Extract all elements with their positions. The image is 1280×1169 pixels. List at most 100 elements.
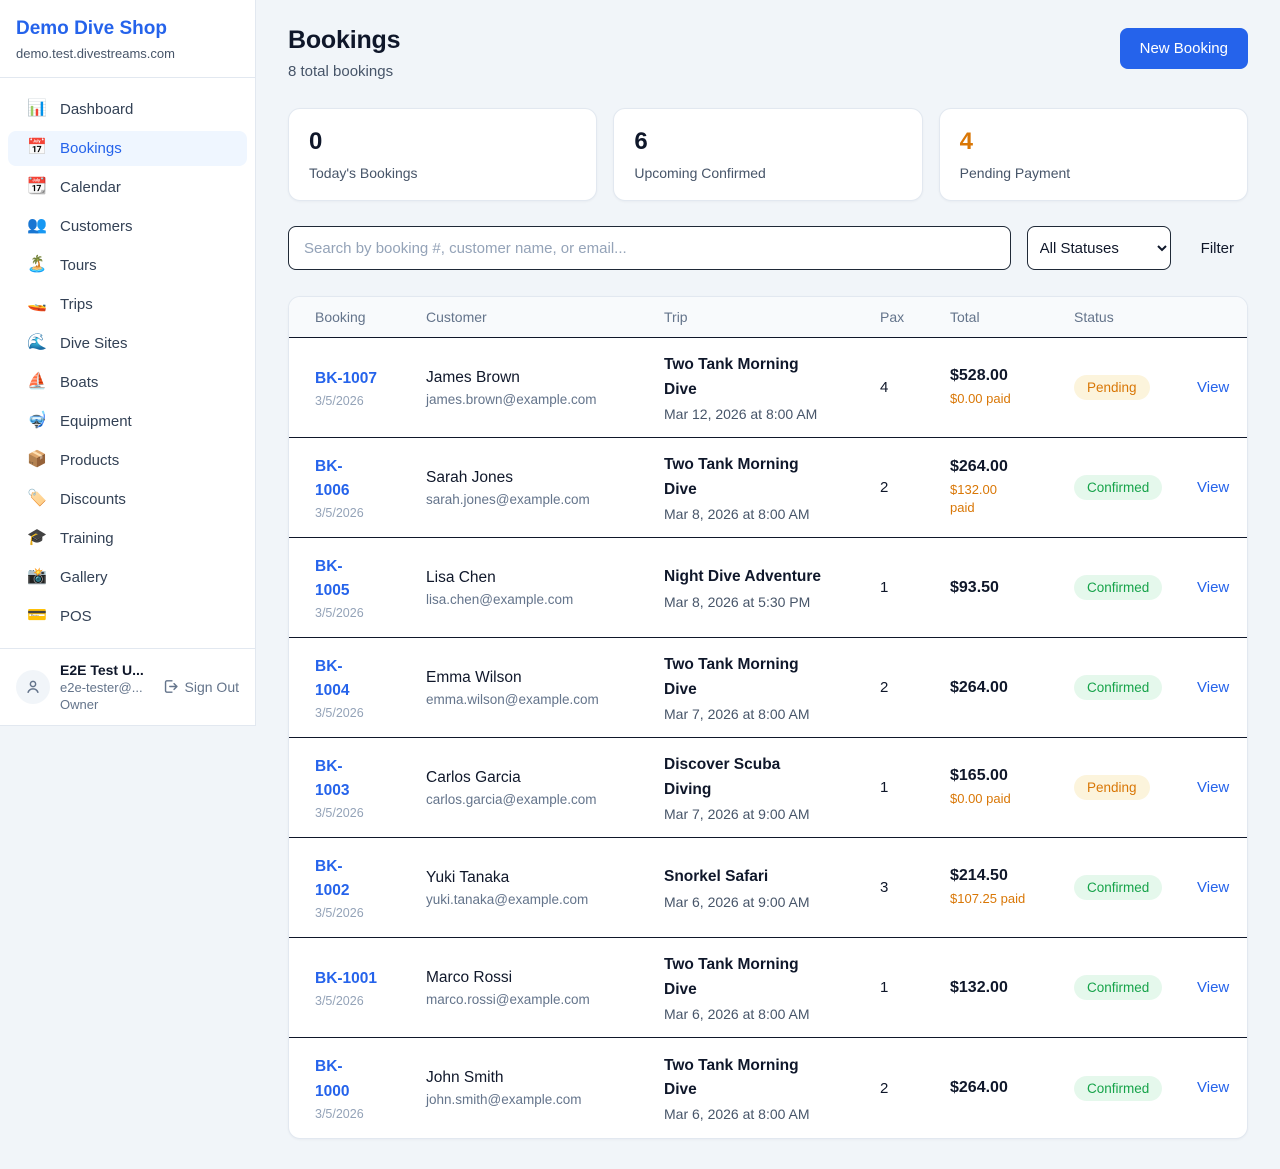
sidebar-item-tours[interactable]: 🏝️ Tours: [8, 248, 247, 283]
sidebar-item-label: Discounts: [60, 491, 126, 508]
view-link[interactable]: View: [1197, 679, 1229, 696]
view-link[interactable]: View: [1197, 779, 1229, 796]
pax-count: 2: [880, 679, 950, 696]
trip-cell: Two Tank Morning Dive Mar 8, 2026 at 8:0…: [664, 453, 880, 521]
status-cell: Confirmed: [1074, 675, 1197, 700]
customer-name: Marco Rossi: [426, 969, 664, 987]
status-badge: Confirmed: [1074, 1076, 1162, 1101]
stat-card-pending-payment: 4 Pending Payment: [939, 108, 1248, 201]
users-icon: 👥: [27, 218, 47, 234]
col-header-pax: Pax: [880, 309, 950, 325]
total-amount: $264.00: [950, 1079, 1074, 1097]
trip-cell: Discover Scuba Diving Mar 7, 2026 at 9:0…: [664, 753, 880, 821]
table-row: BK-1007 3/5/2026 James Brown james.brown…: [289, 338, 1247, 438]
sidebar-item-label: Dashboard: [60, 101, 133, 118]
sidebar-nav: 📊 Dashboard 📅 Bookings 📆 Calendar 👥 Cust…: [0, 78, 255, 648]
sidebar-item-label: Tours: [60, 257, 97, 274]
sidebar-item-label: Training: [60, 530, 114, 547]
total-cell: $165.00 $0.00 paid: [950, 767, 1074, 808]
booking-id-link[interactable]: BK- 1005: [315, 555, 426, 603]
customer-cell: John Smith john.smith@example.com: [426, 1069, 664, 1107]
sidebar-item-trips[interactable]: 🚤 Trips: [8, 287, 247, 322]
sidebar-item-discounts[interactable]: 🏷️ Discounts: [8, 482, 247, 517]
actions-cell: View: [1197, 1079, 1235, 1097]
sidebar-item-bookings[interactable]: 📅 Bookings: [8, 131, 247, 166]
booking-id-link[interactable]: BK- 1003: [315, 755, 426, 803]
status-filter-select[interactable]: All Statuses: [1027, 226, 1171, 270]
table-row: BK- 1000 3/5/2026 John Smith john.smith@…: [289, 1038, 1247, 1138]
view-link[interactable]: View: [1197, 479, 1229, 496]
customer-cell: Sarah Jones sarah.jones@example.com: [426, 469, 664, 507]
sidebar-item-pos[interactable]: 💳 POS: [8, 599, 247, 634]
total-cell: $93.50: [950, 579, 1074, 597]
paid-amount: $107.25 paid: [950, 890, 1074, 908]
customer-cell: James Brown james.brown@example.com: [426, 369, 664, 407]
total-amount: $264.00: [950, 458, 1074, 476]
view-link[interactable]: View: [1197, 379, 1229, 396]
status-badge: Confirmed: [1074, 975, 1162, 1000]
bar-chart-icon: 📊: [27, 101, 47, 117]
actions-cell: View: [1197, 679, 1235, 697]
actions-cell: View: [1197, 579, 1235, 597]
customer-name: Sarah Jones: [426, 469, 664, 487]
bookings-table: Booking Customer Trip Pax Total Status B…: [288, 296, 1248, 1139]
trip-datetime: Mar 8, 2026 at 8:00 AM: [664, 506, 866, 522]
page-subtitle: 8 total bookings: [288, 63, 400, 80]
user-name: E2E Test U...: [60, 662, 144, 678]
trip-datetime: Mar 6, 2026 at 9:00 AM: [664, 894, 866, 910]
sidebar-item-customers[interactable]: 👥 Customers: [8, 209, 247, 244]
customer-email: james.brown@example.com: [426, 392, 664, 407]
sidebar-item-label: Calendar: [60, 179, 121, 196]
sidebar-item-dashboard[interactable]: 📊 Dashboard: [8, 92, 247, 127]
new-booking-button[interactable]: New Booking: [1120, 28, 1248, 69]
sidebar-item-boats[interactable]: ⛵ Boats: [8, 365, 247, 400]
total-cell: $214.50 $107.25 paid: [950, 867, 1074, 908]
sidebar-item-label: Equipment: [60, 413, 132, 430]
view-link[interactable]: View: [1197, 879, 1229, 896]
user-panel: E2E Test U... e2e-tester@... Owner Sign …: [0, 648, 255, 725]
col-header-trip: Trip: [664, 309, 880, 325]
pax-count: 1: [880, 579, 950, 596]
stats-cards: 0 Today's Bookings 6 Upcoming Confirmed …: [288, 108, 1248, 201]
customer-cell: Lisa Chen lisa.chen@example.com: [426, 569, 664, 607]
customer-email: emma.wilson@example.com: [426, 692, 664, 707]
sidebar-item-dive-sites[interactable]: 🌊 Dive Sites: [8, 326, 247, 361]
booking-id-link[interactable]: BK-1007: [315, 367, 426, 391]
col-header-customer: Customer: [426, 309, 664, 325]
sidebar-item-training[interactable]: 🎓 Training: [8, 521, 247, 556]
col-header-status: Status: [1074, 309, 1197, 325]
booking-id-link[interactable]: BK- 1004: [315, 655, 426, 703]
view-link[interactable]: View: [1197, 979, 1229, 996]
customer-name: John Smith: [426, 1069, 664, 1087]
pax-count: 3: [880, 879, 950, 896]
search-input[interactable]: [288, 226, 1011, 270]
actions-cell: View: [1197, 879, 1235, 897]
booking-id-link[interactable]: BK- 1002: [315, 855, 426, 903]
booking-id-link[interactable]: BK-1001: [315, 967, 426, 991]
calendar-icon: 📅: [27, 140, 47, 156]
view-link[interactable]: View: [1197, 579, 1229, 596]
sidebar-item-calendar[interactable]: 📆 Calendar: [8, 170, 247, 205]
table-row: BK- 1006 3/5/2026 Sarah Jones sarah.jone…: [289, 438, 1247, 538]
trip-datetime: Mar 12, 2026 at 8:00 AM: [664, 406, 866, 422]
view-link[interactable]: View: [1197, 1079, 1229, 1096]
sidebar-item-products[interactable]: 📦 Products: [8, 443, 247, 478]
customer-email: lisa.chen@example.com: [426, 592, 664, 607]
filter-button[interactable]: Filter: [1187, 232, 1248, 265]
sidebar-item-equipment[interactable]: 🤿 Equipment: [8, 404, 247, 439]
sign-out-button[interactable]: Sign Out: [162, 678, 239, 695]
trip-cell: Two Tank Morning Dive Mar 6, 2026 at 8:0…: [664, 1054, 880, 1122]
table-body: BK-1007 3/5/2026 James Brown james.brown…: [289, 338, 1247, 1138]
booking-id-link[interactable]: BK- 1006: [315, 455, 426, 503]
col-header-total: Total: [950, 309, 1074, 325]
total-amount: $165.00: [950, 767, 1074, 785]
total-cell: $132.00: [950, 979, 1074, 997]
table-header-row: Booking Customer Trip Pax Total Status: [289, 297, 1247, 338]
sidebar-item-gallery[interactable]: 📸 Gallery: [8, 560, 247, 595]
trip-datetime: Mar 6, 2026 at 8:00 AM: [664, 1106, 866, 1122]
booking-cell: BK-1001 3/5/2026: [315, 967, 426, 1008]
booking-date: 3/5/2026: [315, 806, 426, 820]
booking-date: 3/5/2026: [315, 1107, 426, 1121]
booking-id-link[interactable]: BK- 1000: [315, 1055, 426, 1103]
credit-card-icon: 💳: [27, 608, 47, 624]
